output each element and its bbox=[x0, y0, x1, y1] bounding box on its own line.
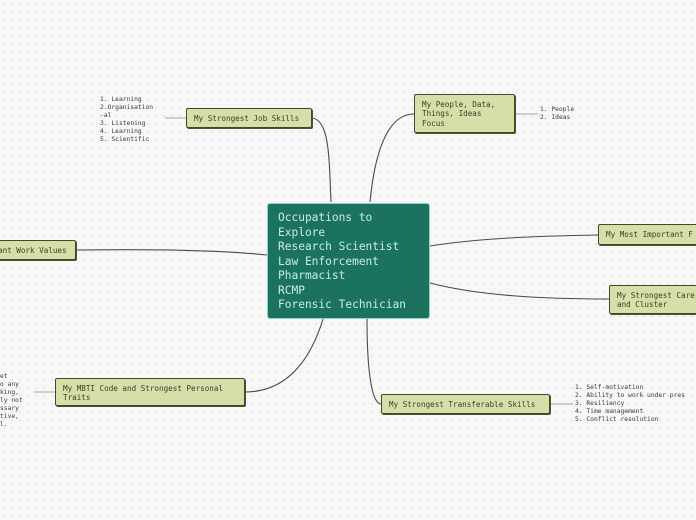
node-career-label: My Strongest Care bbox=[617, 291, 695, 300]
connector-transferable bbox=[366, 318, 382, 405]
note-line: et bbox=[0, 373, 8, 380]
central-line: Pharmacist bbox=[278, 269, 346, 282]
central-topic[interactable]: Occupations to Explore Research Scientis… bbox=[267, 203, 430, 319]
note-line: 4. Learning bbox=[100, 128, 142, 135]
note-line: tive, bbox=[0, 413, 19, 420]
note-line: 2.Organisation bbox=[100, 104, 154, 111]
note-line: -al bbox=[100, 112, 112, 119]
note-line: o any bbox=[0, 381, 19, 388]
node-people-data-label: Things, Ideas bbox=[422, 109, 482, 119]
note-line: 5. Conflict resolution bbox=[575, 416, 659, 423]
central-line: Law Enforcement bbox=[278, 254, 380, 268]
note-line: 2. Ideas bbox=[540, 114, 571, 121]
note-line: 1. People bbox=[540, 106, 575, 113]
node-work-values[interactable]: ant Work Values bbox=[0, 240, 76, 260]
central-line: Research Scientist bbox=[278, 240, 400, 253]
central-line: Explore bbox=[278, 225, 326, 239]
note-line: 1. Self-motivation bbox=[575, 384, 644, 391]
note-line: 3. Resiliency bbox=[575, 400, 625, 407]
node-career-label: and Cluster bbox=[617, 300, 668, 310]
note-line: king, bbox=[0, 389, 19, 396]
note-line: 1. Learning bbox=[100, 96, 142, 103]
node-important[interactable]: My Most Important F bbox=[598, 224, 696, 245]
connector-people-data bbox=[369, 113, 415, 203]
connector-mbti bbox=[244, 318, 324, 393]
central-line: RCMP bbox=[278, 283, 305, 297]
node-transferable[interactable]: My Strongest Transferable Skills bbox=[381, 394, 550, 414]
note-job-skills: 1. Learning 2.Organisation -al 3. Listen… bbox=[100, 96, 153, 144]
note-mbti: et o any king, ly not ssary tive, l. bbox=[0, 373, 23, 429]
note-transferable: 1. Self-motivation 2. Ability to work un… bbox=[575, 384, 685, 424]
node-career[interactable]: My Strongest Care and Cluster bbox=[609, 285, 696, 314]
node-job-skills[interactable]: My Strongest Job Skills bbox=[186, 108, 312, 128]
node-people-data-label: Focus bbox=[422, 118, 445, 128]
connector-work-values bbox=[75, 249, 268, 256]
node-work-values-label: ant Work Values bbox=[0, 246, 67, 255]
node-people-data[interactable]: My People, Data, Things, Ideas Focus bbox=[414, 94, 515, 133]
note-line: 3. Listening bbox=[100, 120, 146, 127]
central-line: Forensic Technician bbox=[278, 298, 406, 311]
node-people-data-label: My People, Data, bbox=[422, 100, 496, 109]
note-line: 4. Time management bbox=[575, 408, 644, 415]
node-mbti-label: My MBTI Code and Strongest Personal bbox=[63, 384, 224, 393]
note-line: ssary bbox=[0, 405, 19, 412]
central-line: Occupations to bbox=[278, 211, 373, 224]
note-line: 2. Ability to work under pres bbox=[575, 392, 685, 399]
node-job-skills-label: My Strongest Job Skills bbox=[194, 114, 300, 123]
connector-important bbox=[429, 234, 599, 247]
connector-career bbox=[429, 282, 610, 300]
note-people-data: 1. People 2. Ideas bbox=[540, 106, 574, 122]
node-mbti[interactable]: My MBTI Code and Strongest Personal Trai… bbox=[55, 378, 245, 406]
note-line: 5. Scientific bbox=[100, 136, 150, 143]
node-transferable-label: My Strongest Transferable Skills bbox=[389, 400, 536, 409]
note-line: ly not bbox=[0, 397, 23, 404]
node-important-label: My Most Important F bbox=[606, 230, 693, 239]
note-line: l. bbox=[0, 421, 8, 428]
node-mbti-label: Traits bbox=[63, 393, 91, 403]
connector-job-skills bbox=[311, 117, 332, 203]
